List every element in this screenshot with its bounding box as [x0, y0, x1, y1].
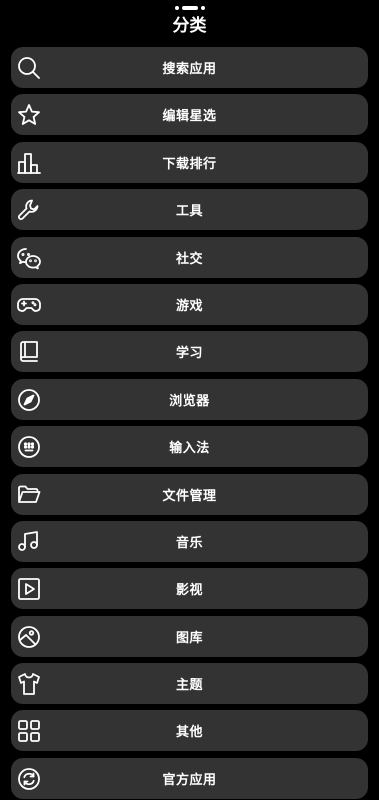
category-item-editor-picks[interactable]: 编辑星选 — [11, 94, 368, 136]
page-dot — [174, 6, 179, 10]
music-note-icon — [16, 529, 42, 555]
category-list: 搜索应用 编辑星选 下载排行 工具 社交 游戏 学习 浏览器 输入法 文件管理 … — [11, 47, 368, 800]
category-item-label: 其他 — [175, 725, 203, 741]
page-title: 分类 — [172, 16, 207, 36]
search-icon — [16, 55, 42, 81]
category-item-label: 音乐 — [175, 535, 203, 551]
category-item-games[interactable]: 游戏 — [11, 283, 368, 325]
category-item-official-apps[interactable]: 官方应用 — [11, 757, 368, 799]
category-item-label: 搜索应用 — [162, 62, 217, 77]
play-icon — [16, 576, 42, 602]
category-item-browser[interactable]: 浏览器 — [11, 378, 368, 420]
category-item-label: 编辑星选 — [162, 109, 217, 125]
category-item-label: 图库 — [175, 630, 203, 646]
keypad-icon — [16, 434, 42, 460]
wechat-icon — [16, 245, 42, 271]
category-item-download-ranking[interactable]: 下载排行 — [11, 141, 368, 183]
category-item-search[interactable]: 搜索应用 — [11, 47, 368, 88]
category-item-other[interactable]: 其他 — [11, 710, 368, 752]
page-dot — [200, 6, 205, 10]
category-item-label: 文件管理 — [162, 488, 217, 504]
compass-icon — [16, 387, 42, 413]
category-item-learning[interactable]: 学习 — [11, 331, 368, 373]
grid-icon — [16, 718, 42, 744]
category-item-label: 输入法 — [169, 441, 210, 457]
category-item-label: 工具 — [175, 204, 203, 220]
category-item-music[interactable]: 音乐 — [11, 520, 368, 562]
category-item-video[interactable]: 影视 — [11, 568, 368, 610]
folder-icon — [16, 482, 42, 508]
category-item-label: 下载排行 — [162, 156, 217, 172]
bar-chart-icon — [16, 150, 42, 176]
category-item-label: 学习 — [175, 346, 203, 362]
page-indicator — [0, 4, 379, 12]
category-page: 分类 搜索应用 编辑星选 下载排行 工具 社交 游戏 学习 浏览器 输入法 文件… — [0, 0, 379, 800]
category-item-label: 社交 — [175, 251, 203, 267]
category-item-social[interactable]: 社交 — [11, 236, 368, 278]
book-icon — [16, 339, 42, 365]
category-item-file-manager[interactable]: 文件管理 — [11, 473, 368, 515]
category-item-tools[interactable]: 工具 — [11, 189, 368, 231]
category-item-label: 游戏 — [175, 298, 203, 314]
page-dot-active — [181, 6, 198, 10]
gamepad-icon — [16, 292, 42, 318]
category-item-themes[interactable]: 主题 — [11, 663, 368, 705]
category-item-input-method[interactable]: 输入法 — [11, 426, 368, 468]
category-item-label: 影视 — [175, 583, 203, 599]
refresh-icon — [16, 766, 42, 792]
category-item-gallery[interactable]: 图库 — [11, 615, 368, 657]
star-icon — [16, 102, 42, 128]
category-item-label: 浏览器 — [169, 393, 210, 409]
category-item-label: 官方应用 — [162, 772, 217, 788]
image-icon — [16, 624, 42, 650]
wrench-icon — [16, 197, 42, 223]
shirt-icon — [16, 671, 42, 697]
category-item-label: 主题 — [175, 678, 203, 694]
